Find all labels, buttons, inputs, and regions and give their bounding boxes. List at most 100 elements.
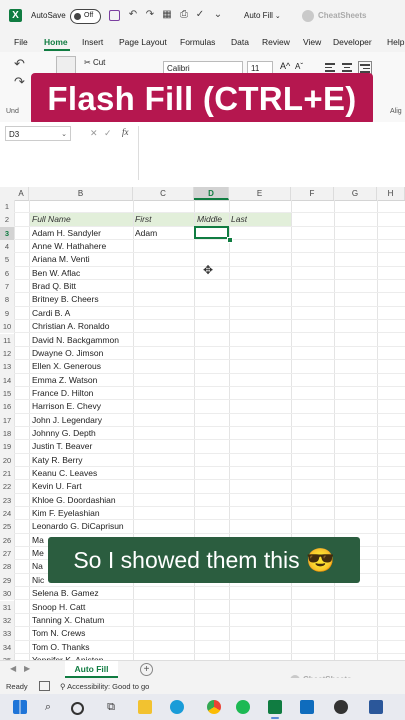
column-header-a[interactable]: A: [14, 187, 29, 200]
prev-sheet-icon[interactable]: ◀: [10, 664, 16, 673]
outlook-icon[interactable]: [300, 700, 314, 714]
column-header-g[interactable]: G: [334, 187, 377, 200]
tab-formulas[interactable]: Formulas: [180, 37, 215, 47]
tab-developer[interactable]: Developer: [333, 37, 372, 47]
row-header[interactable]: 28: [0, 560, 14, 574]
sheet-tab-auto-fill[interactable]: Auto Fill: [65, 661, 118, 678]
row-header[interactable]: 14: [0, 373, 14, 387]
row-header[interactable]: 10: [0, 320, 14, 334]
column-header-b[interactable]: B: [29, 187, 133, 200]
full-name-cell[interactable]: Justin T. Beaver: [32, 440, 132, 453]
full-name-cell[interactable]: Khloe G. Doordashian: [32, 494, 132, 507]
cut-button[interactable]: ✂ Cut: [84, 58, 105, 67]
spotify-icon[interactable]: [236, 700, 250, 714]
file-explorer-icon[interactable]: [138, 700, 152, 714]
row-header[interactable]: 12: [0, 346, 14, 361]
tab-data[interactable]: Data: [231, 37, 249, 47]
row-header[interactable]: 34: [0, 640, 14, 654]
settings-icon[interactable]: [369, 700, 383, 714]
header-cell-middle[interactable]: Middle: [197, 213, 222, 226]
full-name-cell[interactable]: Kim F. Eyelashian: [32, 507, 132, 520]
full-name-cell[interactable]: John J. Legendary: [32, 414, 132, 427]
column-header-h[interactable]: H: [377, 187, 405, 200]
full-name-cell[interactable]: Snoop H. Catt: [32, 601, 132, 614]
enter-icon[interactable]: ✓: [104, 128, 112, 139]
full-name-cell[interactable]: Katy R. Berry: [32, 454, 132, 467]
row-header[interactable]: 30: [0, 587, 14, 601]
full-name-cell[interactable]: Selena B. Gamez: [32, 587, 132, 600]
align-center-icon[interactable]: [341, 61, 353, 73]
name-box[interactable]: D3 ⌄: [5, 126, 71, 141]
row-header[interactable]: 17: [0, 413, 14, 427]
macro-recording-icon[interactable]: [39, 681, 50, 691]
accessibility-status[interactable]: ⚲ Accessibility: Good to go: [60, 682, 149, 691]
tab-insert[interactable]: Insert: [82, 37, 103, 47]
tab-review[interactable]: Review: [262, 37, 290, 47]
save-icon[interactable]: [109, 10, 120, 21]
full-name-cell[interactable]: David N. Backgammon: [32, 334, 132, 347]
row-header[interactable]: 23: [0, 493, 14, 508]
row-header[interactable]: 11: [0, 333, 14, 347]
decrease-font-size-button[interactable]: Aˇ: [295, 62, 303, 71]
full-name-cell[interactable]: Brad Q. Bitt: [32, 280, 132, 293]
row-header[interactable]: 24: [0, 507, 14, 521]
search-icon[interactable]: ⌕: [41, 700, 55, 714]
row-header[interactable]: 31: [0, 600, 14, 614]
full-name-cell[interactable]: Ariana M. Venti: [32, 253, 132, 266]
row-header[interactable]: 27: [0, 547, 14, 561]
row-header[interactable]: 21: [0, 467, 14, 481]
tab-view[interactable]: View: [303, 37, 321, 47]
full-name-cell[interactable]: Britney B. Cheers: [32, 293, 132, 306]
tab-help[interactable]: Help: [387, 37, 404, 47]
autosave-toggle[interactable]: Off: [70, 9, 101, 24]
column-header-e[interactable]: E: [229, 187, 291, 200]
full-name-cell[interactable]: Keanu C. Leaves: [32, 467, 132, 480]
windows-icon[interactable]: [13, 700, 27, 714]
row-header[interactable]: 5: [0, 253, 14, 267]
full-name-cell[interactable]: Ben W. Aflac: [32, 267, 132, 280]
full-name-cell[interactable]: Cardi B. A: [32, 307, 132, 320]
quick-access-more-icon[interactable]: ⌄: [212, 9, 224, 21]
spreadsheet-grid[interactable]: A B C D E F G H 1 2 Full Name First Middle La…: [0, 187, 405, 660]
print-icon[interactable]: ⎙: [178, 9, 190, 21]
row-header[interactable]: 15: [0, 386, 14, 401]
row-header[interactable]: 6: [0, 266, 14, 281]
tab-file[interactable]: File: [14, 37, 28, 47]
row-header[interactable]: 29: [0, 573, 14, 588]
undo-icon[interactable]: ↶: [14, 56, 25, 72]
edge-icon[interactable]: [170, 700, 184, 714]
row-header[interactable]: 33: [0, 627, 14, 641]
full-name-cell[interactable]: Tom O. Thanks: [32, 641, 132, 654]
row-header[interactable]: 18: [0, 426, 14, 441]
full-name-cell[interactable]: Harrison E. Chevy: [32, 400, 132, 413]
row-header[interactable]: 19: [0, 440, 14, 454]
spell-check-icon[interactable]: ✓: [194, 9, 206, 21]
first-name-cell[interactable]: Adam: [135, 227, 157, 240]
row-header[interactable]: 32: [0, 613, 14, 628]
task-view-icon[interactable]: [71, 702, 84, 715]
row-header[interactable]: 20: [0, 453, 14, 467]
formula-input[interactable]: [140, 126, 405, 180]
row-header[interactable]: 2: [0, 213, 14, 227]
widgets-icon[interactable]: ⧉: [104, 700, 118, 714]
row-header[interactable]: 16: [0, 400, 14, 414]
file-name[interactable]: Auto Fill ⌄: [244, 11, 281, 20]
increase-font-size-button[interactable]: A^: [280, 61, 290, 71]
full-name-cell[interactable]: Leonardo G. DiCaprisun: [32, 520, 132, 533]
row-header[interactable]: 13: [0, 360, 14, 374]
redo-quick-icon[interactable]: ↷: [144, 9, 156, 21]
redo-icon[interactable]: ↷: [14, 74, 25, 90]
full-name-cell[interactable]: Tanning X. Chatum: [32, 614, 132, 627]
add-sheet-icon[interactable]: +: [140, 663, 153, 676]
full-name-cell[interactable]: Johnny G. Depth: [32, 427, 132, 440]
active-cell-d3[interactable]: [194, 226, 229, 239]
chrome-icon[interactable]: [207, 700, 221, 714]
tab-page-layout[interactable]: Page Layout: [119, 37, 167, 47]
row-header[interactable]: 9: [0, 306, 14, 321]
row-header[interactable]: 25: [0, 520, 14, 534]
row-header[interactable]: 3: [0, 226, 14, 241]
row-header[interactable]: 7: [0, 280, 14, 294]
full-name-cell[interactable]: Anne W. Hathahere: [32, 240, 132, 253]
row-header[interactable]: 22: [0, 480, 14, 494]
row-header[interactable]: 1: [0, 200, 14, 214]
